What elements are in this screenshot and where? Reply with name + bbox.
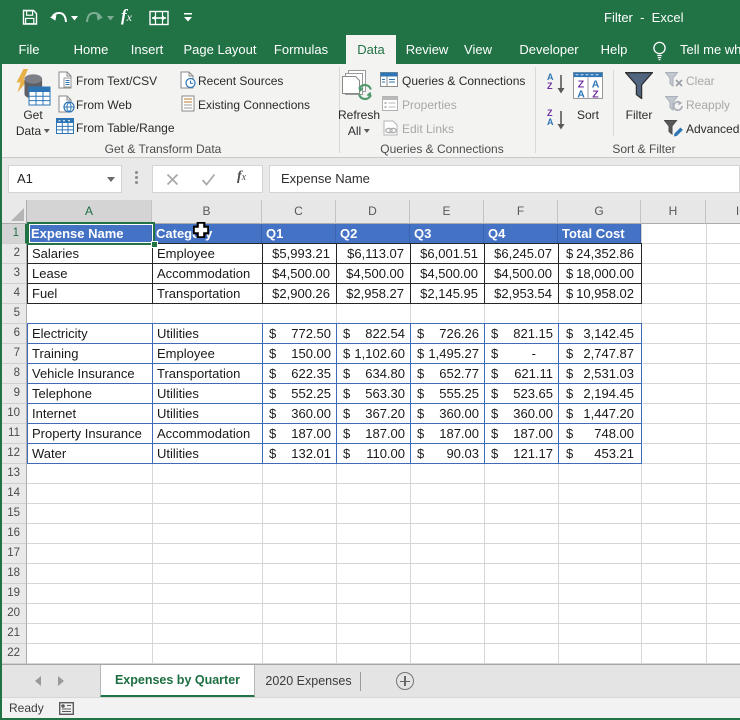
svg-text:Z: Z bbox=[592, 89, 599, 100]
svg-text:A: A bbox=[577, 89, 585, 100]
